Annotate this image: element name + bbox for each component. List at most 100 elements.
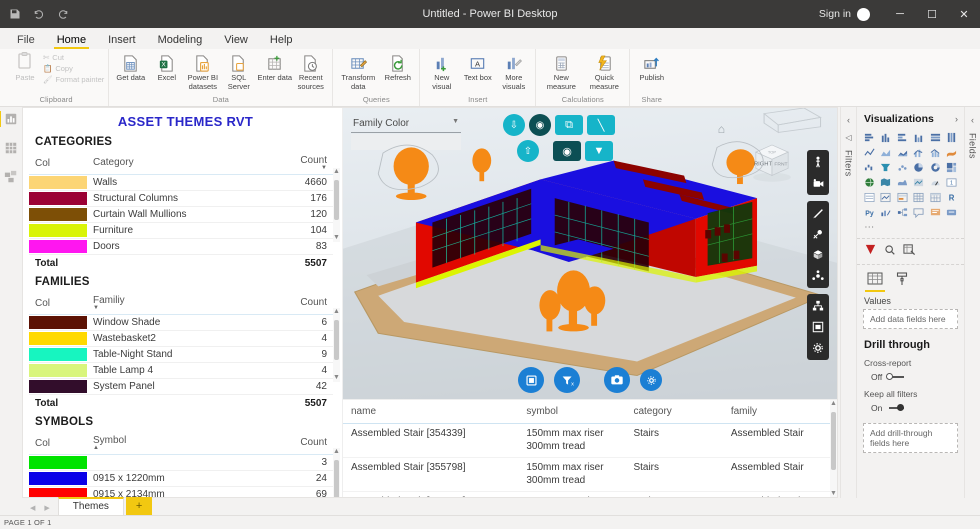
smart-narrative-icon[interactable] <box>928 206 943 219</box>
scatter-chart-icon[interactable] <box>895 161 910 174</box>
recent-sources-button[interactable]: Recent sources <box>293 52 328 91</box>
cut-button[interactable]: ✄ Cut <box>43 53 104 62</box>
table-row[interactable]: 3 <box>29 454 333 471</box>
next-page-icon[interactable]: ▶ <box>44 504 49 512</box>
table-row[interactable]: Assembled Stair [355798] 150mm max riser… <box>343 457 830 492</box>
line-stacked-column-icon[interactable] <box>912 146 927 159</box>
col-header-count[interactable]: Count <box>285 432 333 455</box>
families-scrollbar[interactable]: ▲ ▼ <box>333 308 340 382</box>
screenshot-icon[interactable] <box>604 367 630 393</box>
card-icon[interactable]: 1 <box>945 176 960 189</box>
stacked-column-chart-icon[interactable] <box>879 131 894 144</box>
build-visual-icon[interactable] <box>903 243 916 259</box>
enter-data-button[interactable]: Enter data <box>257 52 292 83</box>
properties-icon[interactable] <box>811 320 825 334</box>
powerbi-datasets-button[interactable]: Power BI datasets <box>185 52 220 91</box>
save-icon[interactable] <box>8 7 22 21</box>
scroll-up-icon[interactable]: ▲ <box>333 168 340 176</box>
ribbon-tab-insert[interactable]: Insert <box>97 32 147 49</box>
scroll-up-icon[interactable]: ▲ <box>830 400 837 408</box>
text-box-button[interactable]: A Text box <box>460 52 495 83</box>
r-script-visual-icon[interactable]: R <box>945 191 960 204</box>
table-row[interactable]: Doors 83 <box>29 238 333 255</box>
table-row[interactable]: Furniture 104 <box>29 222 333 239</box>
100-stacked-column-icon[interactable] <box>945 131 960 144</box>
fields-rail[interactable]: ‹ Fields <box>964 107 980 498</box>
donut-chart-icon[interactable] <box>928 161 943 174</box>
refresh-button[interactable]: Refresh <box>380 52 415 83</box>
new-measure-button[interactable]: New measure <box>540 52 582 91</box>
col-header-symbol[interactable]: symbol <box>518 400 626 424</box>
filters-rail[interactable]: ‹ ◁ Filters <box>840 107 856 498</box>
col-header-name[interactable]: name <box>343 400 519 424</box>
shape-map-icon[interactable] <box>895 176 910 189</box>
col-header-col[interactable]: Col <box>29 432 87 455</box>
sql-server-button[interactable]: SQL Server <box>221 52 256 91</box>
col-header-col[interactable]: Col <box>29 292 87 315</box>
col-header-family[interactable]: family <box>722 400 830 424</box>
col-header-symbol[interactable]: Symbol ▲ <box>87 432 286 455</box>
detail-grid-scrollbar[interactable]: ▲ ▼ <box>830 400 837 497</box>
python-visual-icon[interactable]: Py <box>862 206 877 219</box>
page-tab-themes[interactable]: Themes <box>57 497 124 515</box>
measure-icon[interactable] <box>811 206 825 220</box>
avatar[interactable] <box>857 7 870 21</box>
more-visuals-button[interactable]: More visuals <box>496 52 531 91</box>
qa-visual-icon[interactable] <box>912 206 927 219</box>
key-influencers-icon[interactable] <box>879 206 894 219</box>
settings-icon[interactable] <box>811 341 825 355</box>
symbols-scrollbar[interactable]: ▲ ▼ <box>333 448 340 497</box>
quick-measure-button[interactable]: Quick measure <box>583 52 625 91</box>
100-stacked-bar-icon[interactable] <box>928 131 943 144</box>
slicer-icon[interactable] <box>895 191 910 204</box>
col-header-col[interactable]: Col <box>29 152 87 175</box>
maximize-button[interactable]: ☐ <box>916 0 948 28</box>
table-icon[interactable] <box>912 191 927 204</box>
fields-tab[interactable] <box>865 272 885 292</box>
search-icon[interactable] <box>884 244 896 259</box>
scroll-down-icon[interactable]: ▼ <box>333 234 340 242</box>
format-painter-button[interactable]: 🖌 Format painter <box>43 75 104 84</box>
model-view-icon[interactable] <box>3 169 19 185</box>
publish-button[interactable]: Publish <box>634 52 669 83</box>
table-row[interactable]: Assembled Stair [354339] 150mm max riser… <box>343 423 830 458</box>
arcgis-map-icon[interactable] <box>912 176 927 189</box>
close-button[interactable]: ✕ <box>948 0 980 28</box>
scroll-up-icon[interactable]: ▲ <box>333 308 340 316</box>
col-header-count[interactable]: Count ▼ <box>267 152 333 175</box>
multi-row-card-icon[interactable] <box>862 191 877 204</box>
clear-filter-icon[interactable]: x <box>554 367 580 393</box>
ribbon-chart-icon[interactable] <box>945 146 960 159</box>
ribbon-tab-home[interactable]: Home <box>46 32 97 49</box>
ribbon-tab-view[interactable]: View <box>213 32 259 49</box>
ribbon-tab-file[interactable]: File <box>6 32 46 49</box>
fields-collapse-icon[interactable]: ‹ <box>971 115 974 125</box>
col-header-category[interactable]: category <box>625 400 723 424</box>
table-row[interactable]: Window Shade 6 <box>29 314 333 331</box>
visualizations-expand-icon[interactable]: › <box>955 114 958 124</box>
values-dropzone[interactable]: Add data fields here <box>863 309 958 329</box>
clustered-bar-chart-icon[interactable] <box>895 131 910 144</box>
explode-icon[interactable] <box>811 269 825 283</box>
pie-chart-icon[interactable] <box>912 161 927 174</box>
filters-collapse-icon[interactable]: ‹ <box>847 115 850 125</box>
copy-button[interactable]: 📋 Copy <box>43 64 104 73</box>
walk-icon[interactable] <box>811 155 825 169</box>
hierarchy-icon[interactable] <box>811 299 825 313</box>
treemap-icon[interactable] <box>945 161 960 174</box>
kpi-icon[interactable] <box>879 191 894 204</box>
minimize-button[interactable]: ─ <box>884 0 916 28</box>
get-data-button[interactable]: Get data <box>113 52 148 83</box>
clustered-column-chart-icon[interactable] <box>912 131 927 144</box>
scroll-down-icon[interactable]: ▼ <box>333 374 340 382</box>
col-header-family[interactable]: Familiy ▼ <box>87 292 260 315</box>
ribbon-tab-help[interactable]: Help <box>259 32 304 49</box>
filled-map-icon[interactable] <box>879 176 894 189</box>
paginated-report-icon[interactable] <box>945 206 960 219</box>
categories-scrollbar[interactable]: ▲ ▼ <box>333 168 340 242</box>
table-row[interactable]: Table Lamp 44 <box>29 362 333 379</box>
redo-icon[interactable] <box>56 7 70 21</box>
camera-icon[interactable] <box>811 176 825 190</box>
report-view-icon[interactable] <box>0 111 19 127</box>
scroll-down-icon[interactable]: ▼ <box>830 490 837 497</box>
